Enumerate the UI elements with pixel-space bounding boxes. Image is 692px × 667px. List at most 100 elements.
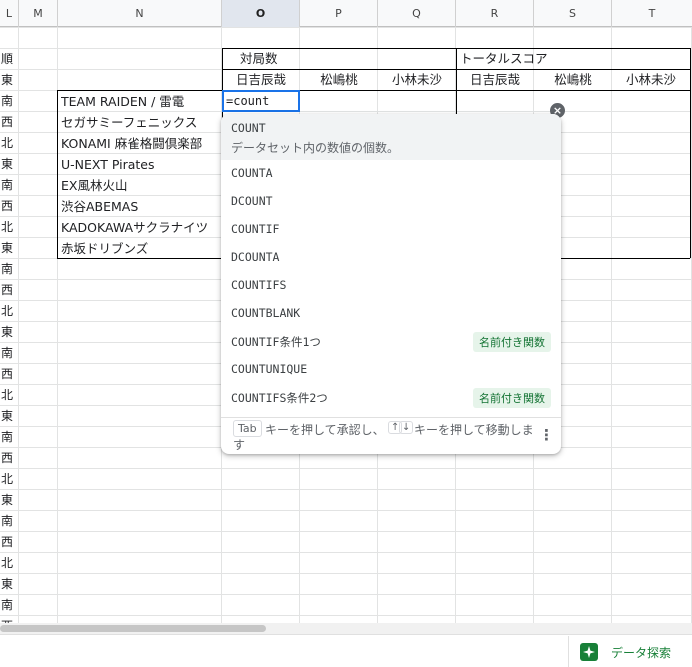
function-name: COUNTIFS条件2つ xyxy=(231,391,328,405)
header-taikyoku: 対局数 xyxy=(240,51,278,66)
row-label-cell[interactable]: 南 xyxy=(0,427,19,448)
footer-hint-3: す xyxy=(233,438,246,452)
arrow-down-icon: ↓ xyxy=(399,421,414,434)
player-header-t: 小林未沙 xyxy=(625,72,676,87)
row-label-cell[interactable]: 西 xyxy=(0,196,19,217)
player-header-o: 日吉辰哉 xyxy=(235,72,286,87)
row-label-cell[interactable]: 西 xyxy=(0,112,19,133)
team-cell[interactable]: TEAM RAIDEN / 雷電 xyxy=(61,91,221,112)
team-cell[interactable]: セガサミーフェニックス xyxy=(61,112,221,133)
column-header-l[interactable]: L xyxy=(0,0,19,27)
row-label-cell[interactable]: 東 xyxy=(0,322,19,343)
row-label-cell[interactable]: 東 xyxy=(0,238,19,259)
row-label-cell[interactable]: 南 xyxy=(0,259,19,280)
row-label-cell[interactable]: 南 xyxy=(0,343,19,364)
autocomplete-selected-item[interactable]: COUNT データセット内の数値の個数。 xyxy=(221,114,561,160)
function-name: COUNTIFS xyxy=(231,278,287,292)
row-label-cell[interactable]: 東 xyxy=(0,154,19,175)
row-label-cell[interactable]: 順 xyxy=(0,49,19,70)
named-function-badge: 名前付き関数 xyxy=(473,332,551,352)
row-label-cell[interactable]: 北 xyxy=(0,385,19,406)
grid-hline xyxy=(0,468,692,469)
named-function-badge: 名前付き関数 xyxy=(473,388,551,408)
row-label-cell[interactable]: 南 xyxy=(0,91,19,112)
grid-hline xyxy=(0,615,692,616)
tab-key-chip: Tab xyxy=(233,420,262,437)
function-name: COUNTIF xyxy=(231,222,280,236)
function-name: COUNTIF条件1つ xyxy=(231,335,321,349)
selected-function-name: COUNT xyxy=(231,121,266,135)
column-header-t[interactable]: T xyxy=(612,0,692,27)
autocomplete-item[interactable]: COUNTIF xyxy=(221,216,561,244)
grid-vline xyxy=(611,27,612,623)
column-header-bar: L M N O P Q R S T xyxy=(0,0,692,27)
table-border-team-top xyxy=(57,90,222,91)
row-label-cell[interactable]: 北 xyxy=(0,133,19,154)
team-cell[interactable]: U-NEXT Pirates xyxy=(61,154,221,175)
grid-hline xyxy=(0,594,692,595)
explore-button[interactable]: データ探索 xyxy=(568,636,692,667)
row-label-cell[interactable]: 北 xyxy=(0,553,19,574)
grid-hline xyxy=(0,531,692,532)
autocomplete-item[interactable]: COUNTIFS xyxy=(221,272,561,300)
explore-label: データ探索 xyxy=(611,646,672,660)
column-header-p[interactable]: P xyxy=(300,0,378,27)
team-cell[interactable]: KADOKAWAサクラナイツ xyxy=(61,217,221,238)
team-cell[interactable]: 渋谷ABEMAS xyxy=(61,196,221,217)
header-total-score: トータルスコア xyxy=(460,51,548,66)
table-border-right xyxy=(690,48,691,258)
autocomplete-item[interactable]: DCOUNTA xyxy=(221,244,561,272)
autocomplete-item[interactable]: COUNTIFS条件2つ 名前付き関数 xyxy=(221,384,561,412)
row-label-cell[interactable]: 西 xyxy=(0,280,19,301)
autocomplete-item[interactable]: COUNTIF条件1つ 名前付き関数 xyxy=(221,328,561,356)
grid-hline xyxy=(0,27,692,28)
column-header-m[interactable]: M xyxy=(19,0,58,27)
footer-hint-1: キーを押して承認し、 xyxy=(265,423,385,437)
autocomplete-item[interactable]: DCOUNT xyxy=(221,188,561,216)
row-label-cell[interactable]: 東 xyxy=(0,490,19,511)
function-name: COUNTUNIQUE xyxy=(231,362,308,376)
function-name: COUNTA xyxy=(231,166,273,180)
row-label-cell[interactable]: 西 xyxy=(0,364,19,385)
row-label-cell[interactable]: 南 xyxy=(0,511,19,532)
player-header-s: 松嶋桃 xyxy=(554,72,592,87)
row-label-cell[interactable]: 北 xyxy=(0,217,19,238)
row-label-cell[interactable]: 南 xyxy=(0,175,19,196)
autocomplete-item[interactable]: COUNTUNIQUE xyxy=(221,356,561,384)
column-header-n[interactable]: N xyxy=(58,0,222,27)
player-header-r: 日吉辰哉 xyxy=(469,72,520,87)
row-label-cell[interactable]: 西 xyxy=(0,616,19,623)
row-label-cell[interactable]: 西 xyxy=(0,532,19,553)
active-cell-editor[interactable]: =count xyxy=(222,90,300,112)
function-name: DCOUNTA xyxy=(231,250,280,264)
grid-hline xyxy=(0,573,692,574)
formula-autocomplete-popup: COUNT データセット内の数値の個数。 COUNTA DCOUNT COUNTIF… xyxy=(221,114,561,454)
player-header-q: 小林未沙 xyxy=(391,72,442,87)
grid-hline xyxy=(0,510,692,511)
column-header-r[interactable]: R xyxy=(456,0,534,27)
popup-footer-divider xyxy=(221,417,561,418)
row-label-cell[interactable]: 東 xyxy=(0,406,19,427)
autocomplete-item[interactable]: COUNTBLANK xyxy=(221,300,561,328)
function-name: DCOUNT xyxy=(231,194,273,208)
team-cell[interactable]: 赤坂ドリブンズ xyxy=(61,238,221,259)
column-header-s[interactable]: S xyxy=(534,0,612,27)
row-label-cell[interactable]: 西 xyxy=(0,448,19,469)
grid-hline xyxy=(0,489,692,490)
autocomplete-item[interactable]: COUNTA xyxy=(221,160,561,188)
footer-hint-2: キーを押して移動しま xyxy=(414,423,534,437)
column-header-o[interactable]: O xyxy=(222,0,300,27)
column-header-q[interactable]: Q xyxy=(378,0,456,27)
horizontal-scrollbar-thumb[interactable] xyxy=(0,625,266,632)
row-label-cell[interactable]: 南 xyxy=(0,595,19,616)
grid-hline xyxy=(0,552,692,553)
team-cell[interactable]: EX風林火山 xyxy=(61,175,221,196)
row-label-cell[interactable]: 東 xyxy=(0,70,19,91)
selected-function-description: データセット内の数値の個数。 xyxy=(231,141,400,155)
team-cell[interactable]: KONAMI 麻雀格闘倶楽部 xyxy=(61,133,221,154)
row-label-cell[interactable]: 北 xyxy=(0,469,19,490)
row-label-cell[interactable]: 北 xyxy=(0,301,19,322)
function-name: COUNTBLANK xyxy=(231,306,301,320)
more-options-icon[interactable]: ⋮ xyxy=(539,426,554,444)
row-label-cell[interactable]: 東 xyxy=(0,574,19,595)
